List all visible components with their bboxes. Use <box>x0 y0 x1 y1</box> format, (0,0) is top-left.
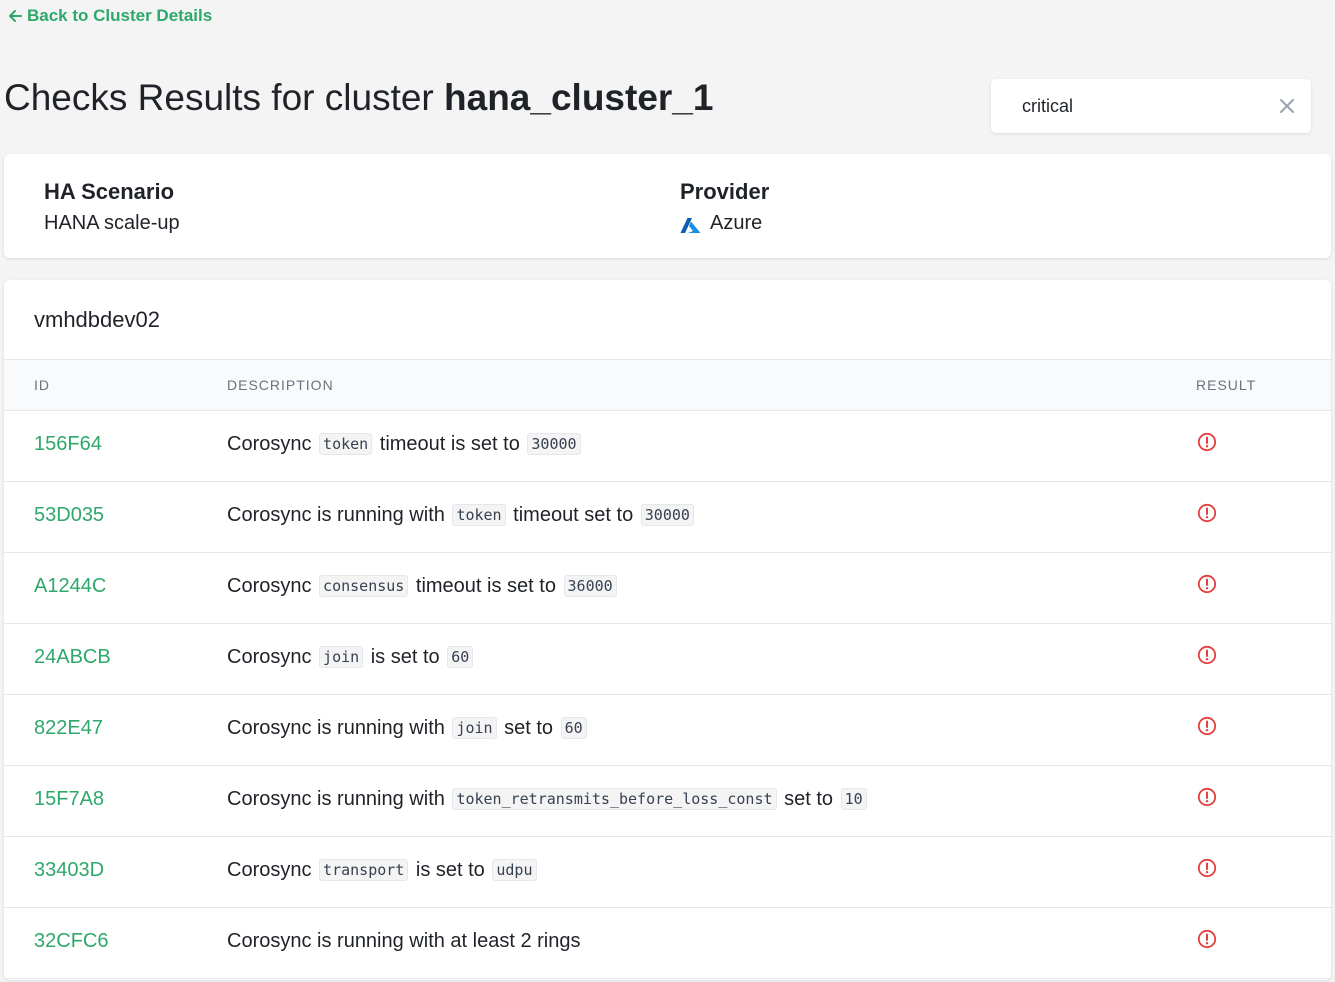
provider: Provider Azure <box>680 178 769 236</box>
description-text: Corosync <box>227 433 312 455</box>
check-id-link[interactable]: 53D035 <box>34 504 104 527</box>
table-row: 33403D Corosync transport is set to udpu <box>4 837 1331 908</box>
search-box <box>991 79 1311 133</box>
code-snippet: token_retransmits_before_loss_const <box>452 788 777 810</box>
description-text: Corosync <box>227 646 312 668</box>
code-snippet: 36000 <box>563 575 617 597</box>
cluster-name: hana_cluster_1 <box>444 77 714 118</box>
critical-result-icon <box>1197 432 1217 452</box>
check-results-rows: 156F64 Corosync token timeout is set to 3… <box>4 411 1331 979</box>
critical-result-icon <box>1197 574 1217 594</box>
check-results-card: vmhdbdev02 ID DESCRIPTION RESULT 156F64 C… <box>4 280 1331 980</box>
check-description: Corosync is running with token_retransmi… <box>227 788 869 811</box>
column-header-description: DESCRIPTION <box>227 377 334 393</box>
description-text: Corosync <box>227 859 312 881</box>
check-description: Corosync transport is set to udpu <box>227 859 539 882</box>
code-snippet: join <box>452 717 497 739</box>
description-text: timeout is set to <box>415 575 556 597</box>
back-to-cluster-details-link[interactable]: Back to Cluster Details <box>7 6 212 26</box>
critical-result-icon <box>1197 787 1217 807</box>
critical-result-icon <box>1197 503 1217 523</box>
check-id-link[interactable]: 156F64 <box>34 433 102 456</box>
description-text: Corosync is running with at least 2 ring… <box>227 930 581 952</box>
code-snippet: 30000 <box>640 504 694 526</box>
check-description: Corosync is running with token timeout s… <box>227 504 696 527</box>
column-header-id: ID <box>34 377 50 393</box>
table-row: 53D035 Corosync is running with token tim… <box>4 482 1331 553</box>
description-text: timeout is set to <box>379 433 520 455</box>
check-description: Corosync is running with join set to 60 <box>227 717 589 740</box>
cluster-summary-card: HA Scenario HANA scale-up Provider Azure <box>4 154 1331 258</box>
check-description: Corosync join is set to 60 <box>227 646 475 669</box>
description-text: set to <box>504 717 554 739</box>
check-id-link[interactable]: 32CFC6 <box>34 930 108 953</box>
critical-result-icon <box>1197 716 1217 736</box>
code-snippet: 60 <box>447 646 474 668</box>
table-row: A1244C Corosync consensus timeout is set … <box>4 553 1331 624</box>
check-id-link[interactable]: 15F7A8 <box>34 788 104 811</box>
provider-label: Provider <box>680 179 770 204</box>
code-snippet: 10 <box>840 788 867 810</box>
provider-value: Azure <box>710 212 763 234</box>
description-text: Corosync is running with <box>227 717 445 739</box>
table-row: 156F64 Corosync token timeout is set to 3… <box>4 411 1331 482</box>
check-description: Corosync consensus timeout is set to 360… <box>227 575 619 598</box>
table-row: 24ABCB Corosync join is set to 60 <box>4 624 1331 695</box>
ha-scenario-label: HA Scenario <box>44 179 175 204</box>
column-header-result: RESULT <box>1196 377 1257 393</box>
code-snippet: udpu <box>492 859 537 881</box>
check-description: Corosync token timeout is set to 30000 <box>227 433 583 456</box>
arrow-left-icon <box>7 8 23 24</box>
critical-result-icon <box>1197 929 1217 949</box>
check-id-link[interactable]: 33403D <box>34 859 104 882</box>
table-row: 32CFC6 Corosync is running with at least … <box>4 908 1331 979</box>
description-text: Corosync <box>227 575 312 597</box>
code-snippet: token <box>452 504 506 526</box>
critical-result-icon <box>1197 858 1217 878</box>
description-text: is set to <box>370 646 440 668</box>
table-row: 15F7A8 Corosync is running with token_ret… <box>4 766 1331 837</box>
check-id-link[interactable]: 24ABCB <box>34 646 111 669</box>
provider-value-row: Azure <box>680 210 769 236</box>
code-snippet: token <box>319 433 373 455</box>
check-description: Corosync is running with at least 2 ring… <box>227 930 581 953</box>
ha-scenario: HA Scenario HANA scale-up <box>44 178 180 236</box>
code-snippet: transport <box>319 859 409 881</box>
description-text: set to <box>784 788 833 810</box>
code-snippet: join <box>319 646 364 668</box>
description-text: timeout set to <box>513 504 634 526</box>
description-text: Corosync is running with <box>227 788 445 810</box>
critical-result-icon <box>1197 645 1217 665</box>
check-id-link[interactable]: 822E47 <box>34 717 103 740</box>
description-text: is set to <box>415 859 485 881</box>
description-text: Corosync is running with <box>227 504 445 526</box>
code-snippet: 60 <box>560 717 587 739</box>
code-snippet: consensus <box>319 575 409 597</box>
host-name: vmhdbdev02 <box>34 307 160 332</box>
ha-scenario-value: HANA scale-up <box>44 212 180 234</box>
code-snippet: 30000 <box>527 433 581 455</box>
clear-search-icon[interactable] <box>1277 96 1297 116</box>
check-id-link[interactable]: A1244C <box>34 575 106 598</box>
back-link-label: Back to Cluster Details <box>27 6 213 25</box>
table-header: ID DESCRIPTION RESULT <box>4 359 1331 411</box>
page-title: Checks Results for cluster hana_cluster_… <box>4 72 713 124</box>
search-input[interactable] <box>1020 94 1274 118</box>
azure-logo-icon <box>680 215 701 233</box>
table-row: 822E47 Corosync is running with join set … <box>4 695 1331 766</box>
page-title-prefix: Checks Results for cluster <box>4 77 434 118</box>
